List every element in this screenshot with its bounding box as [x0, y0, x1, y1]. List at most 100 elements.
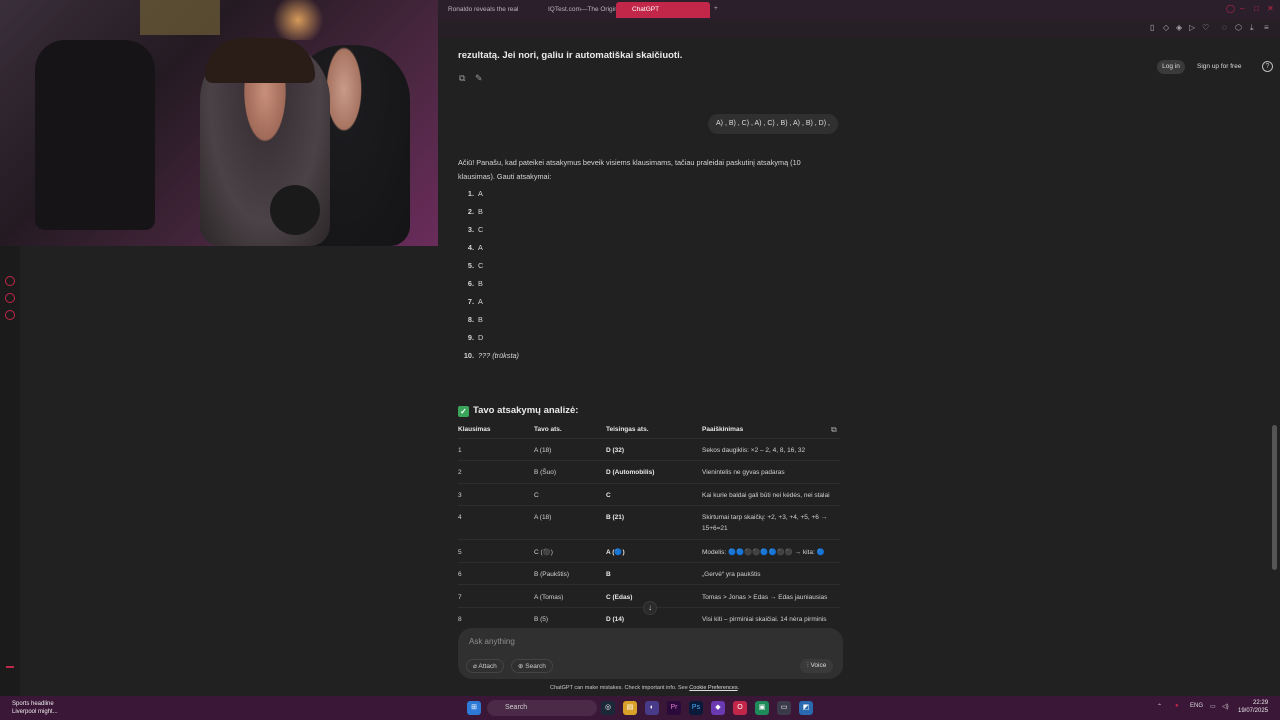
- minimize-icon[interactable]: –: [1240, 4, 1244, 13]
- table-cell-q: 3: [458, 492, 462, 499]
- answer-value: C: [478, 261, 484, 270]
- news-widget[interactable]: Sports headline Liverpool might...: [12, 700, 58, 716]
- taskbar-search[interactable]: Search: [487, 700, 597, 716]
- correct-answer: A (🔵): [606, 549, 625, 556]
- scroll-down-button[interactable]: ↓: [643, 601, 657, 615]
- person-left-hair: [205, 38, 315, 83]
- answer-number: 4.: [467, 243, 474, 252]
- signup-link[interactable]: Sign up for free: [1197, 63, 1241, 70]
- taskbar-clock[interactable]: 22:29 19/07/2025: [1238, 699, 1268, 715]
- wall-poster: [140, 0, 220, 35]
- shield-icon[interactable]: ◈: [1176, 23, 1182, 32]
- tab-chatgpt[interactable]: ChatGPT: [616, 2, 710, 18]
- browser-app-icon[interactable]: ◐: [645, 701, 659, 715]
- help-icon[interactable]: ?: [1262, 61, 1273, 72]
- table-divider: [458, 438, 840, 439]
- table-cell-correct: C (Edas): [606, 592, 632, 603]
- copy-table-icon[interactable]: ⧉: [831, 425, 837, 435]
- network-icon[interactable]: ▭: [1210, 703, 1216, 710]
- attach-label: Attach: [478, 663, 497, 670]
- heart-icon[interactable]: ♡: [1202, 23, 1209, 32]
- prompt-input[interactable]: [469, 637, 769, 646]
- news-title: Sports headline: [12, 701, 54, 707]
- edit-icon[interactable]: ✎: [475, 73, 483, 84]
- new-tab-button[interactable]: +: [710, 2, 726, 18]
- answer-list-item: 8. B: [458, 315, 483, 324]
- visual-studio-icon[interactable]: ◆: [711, 701, 725, 715]
- opera-icon[interactable]: O: [733, 701, 747, 715]
- table-header-question: Klausimas: [458, 426, 491, 433]
- table-cell-explanation: Modelis: 🔵🔵⚫⚫🔵🔵⚫⚫ → kita: 🔵: [702, 549, 825, 556]
- analysis-title-text: Tavo atsakymų analizė:: [473, 405, 579, 416]
- answer-value: B: [478, 315, 483, 324]
- voice-button[interactable]: ⫶ Voice: [800, 659, 834, 673]
- disclaimer-end: .: [737, 685, 740, 691]
- cookie-preferences-link[interactable]: Cookie Preferences: [689, 685, 737, 691]
- answer-list-item: 5. C: [458, 261, 483, 270]
- table-divider: [458, 584, 840, 585]
- close-icon[interactable]: ✕: [1267, 4, 1274, 13]
- login-button[interactable]: Log in: [1157, 60, 1185, 74]
- clock-date: 19/07/2025: [1238, 708, 1269, 714]
- table-divider: [458, 483, 840, 484]
- answer-number: 8.: [467, 315, 474, 324]
- page-scrollbar[interactable]: [1272, 425, 1277, 570]
- table-cell-explanation: Sekos daugiklis: ×2 – 2, 4, 8, 16, 32: [702, 447, 806, 454]
- copy-icon[interactable]: ⧉: [459, 73, 465, 84]
- tab-iqtest[interactable]: IQTest.com—The Original: [538, 2, 618, 18]
- windows-start-icon[interactable]: ⊞: [467, 701, 481, 715]
- more-icon[interactable]: [6, 666, 14, 668]
- app-blue-icon[interactable]: ◩: [799, 701, 813, 715]
- menu-icon[interactable]: ≡: [1264, 23, 1269, 32]
- search-button[interactable]: ⊕ Search: [511, 659, 553, 673]
- tray-chevron-icon[interactable]: ⌃: [1157, 703, 1162, 710]
- check-mark-icon: ✓: [458, 406, 469, 417]
- answer-list-item: 10. ??? (trūksta): [458, 351, 519, 360]
- tray-app-icon[interactable]: ●: [1175, 703, 1179, 709]
- answer-number: 10.: [463, 351, 474, 360]
- voice-label: Voice: [810, 662, 827, 669]
- answer-value: C: [478, 225, 484, 234]
- chat-bubble-icon[interactable]: ◌: [1222, 23, 1227, 32]
- answer-number: 2.: [467, 207, 474, 216]
- table-cell-yours: A (18): [534, 514, 552, 521]
- clock-time: 22:29: [1253, 700, 1269, 706]
- table-cell-q: 1: [458, 447, 462, 454]
- save-icon[interactable]: ◇: [1163, 23, 1169, 32]
- steam-icon[interactable]: ◎: [601, 701, 615, 715]
- news-subtitle: Liverpool might...: [12, 709, 58, 715]
- table-divider: [458, 505, 840, 506]
- table-cell-explanation: Tomas > Jonas > Edas → Edas jauniausias: [702, 594, 828, 601]
- table-cell-yours: C (⚫): [534, 549, 553, 556]
- table-cell-explanation: Skirtumai tarp skaičių: +2, +3, +4, +5, …: [702, 514, 828, 532]
- maximize-icon[interactable]: □: [1254, 4, 1259, 13]
- correct-answer: B (21): [606, 514, 625, 521]
- answer-value: B: [478, 279, 483, 288]
- table-cell-q: 6: [458, 571, 462, 578]
- table-cell-explanation: „Gervė“ yra paukštis: [702, 571, 761, 578]
- table-divider: [458, 460, 840, 461]
- folder-icon[interactable]: ▤: [623, 701, 637, 715]
- photoshop-icon[interactable]: Ps: [689, 701, 703, 715]
- attach-button[interactable]: ⌀ Attach: [466, 659, 504, 673]
- language-indicator[interactable]: ENG: [1190, 703, 1203, 709]
- history-icon[interactable]: [5, 276, 15, 286]
- settings-icon[interactable]: [5, 310, 15, 320]
- answer-list-item: 9. D: [458, 333, 483, 342]
- answer-value: B: [478, 207, 483, 216]
- cube-icon[interactable]: ⬡: [1235, 23, 1242, 32]
- answer-value: A: [478, 189, 483, 198]
- app-green-icon[interactable]: ▣: [755, 701, 769, 715]
- volume-icon[interactable]: ◁): [1222, 703, 1229, 710]
- premiere-icon[interactable]: Pr: [667, 701, 681, 715]
- tab-ronaldo[interactable]: Ronaldo reveals the real t: [438, 2, 518, 18]
- answer-number: 3.: [467, 225, 474, 234]
- bookmark-icon[interactable]: ▯: [1150, 23, 1154, 32]
- app-window-icon[interactable]: ▭: [777, 701, 791, 715]
- table-cell-explanation: Vienintelis ne gyvas padaras: [702, 469, 785, 476]
- download-icon[interactable]: ⤓: [1250, 23, 1254, 33]
- lamp-light: [268, 0, 328, 40]
- play-icon[interactable]: ▷: [1189, 23, 1195, 32]
- chat-icon[interactable]: [5, 293, 15, 303]
- profile-icon[interactable]: ◯: [1226, 4, 1235, 13]
